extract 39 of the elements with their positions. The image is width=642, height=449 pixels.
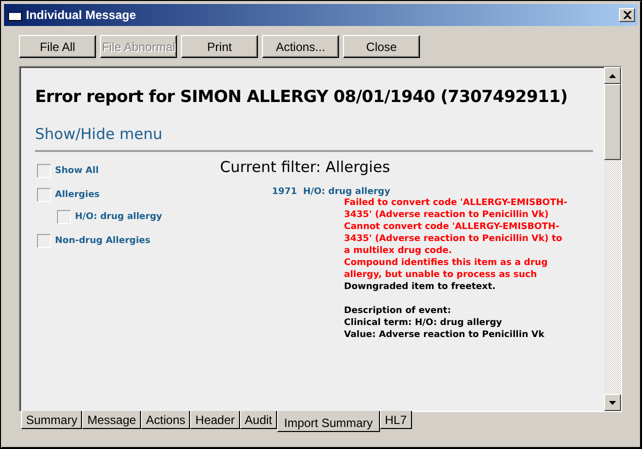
filter-checkbox[interactable]	[37, 164, 51, 178]
error-message: Failed to convert code 'ALLERGY-EMISBOTH-3435' (Adverse reaction to Penicillin Vk)	[344, 197, 568, 221]
window-title: Individual Message	[26, 8, 138, 22]
close-icon	[622, 11, 632, 19]
filter-label[interactable]: H/O: drug allergy	[75, 212, 162, 222]
tab[interactable]: Summary	[21, 411, 82, 429]
filter-label[interactable]: Show All	[55, 166, 99, 176]
error-message: Cannot convert code 'ALLERGY-EMISBOTH-3435' (Adverse reaction to Penicillin Vk) to a multilex drug code.	[344, 221, 564, 257]
close-button[interactable]	[619, 8, 635, 22]
toolbar-button[interactable]: Print	[181, 35, 258, 58]
scroll-down-icon[interactable]	[604, 394, 621, 411]
tab[interactable]: Header	[190, 411, 240, 429]
scrollbar-thumb[interactable]	[604, 84, 621, 160]
error-message: Compound identifies this item as a drug allergy, but unable to process as such	[344, 257, 549, 281]
tab[interactable]: Message	[82, 411, 142, 429]
toolbar-button[interactable]: Close	[343, 35, 420, 58]
info-message: Downgraded item to freetext.	[344, 281, 497, 293]
show-hide-menu-link[interactable]: Show/Hide menu	[35, 125, 162, 143]
vertical-scrollbar[interactable]	[604, 67, 621, 411]
tab[interactable]: Import Summary	[277, 411, 380, 432]
info-message: Clinical term: H/O: drug allergy	[344, 317, 504, 329]
window-icon	[8, 10, 22, 20]
current-filter: Current filter: Allergies	[220, 158, 392, 176]
info-message: Description of event:	[344, 305, 452, 317]
scroll-up-icon[interactable]	[604, 67, 621, 84]
entry-term: H/O: drug allergy	[303, 187, 390, 197]
filter-checkbox[interactable]	[57, 210, 71, 224]
tab[interactable]: Actions	[141, 411, 190, 429]
tab[interactable]: HL7	[380, 411, 412, 429]
report-heading: Error report for SIMON ALLERGY 08/01/1940 (7307492911)	[35, 87, 569, 106]
toolbar-button[interactable]: File All	[19, 35, 96, 58]
entry-year: 1971	[272, 187, 298, 197]
filter-checkbox[interactable]	[37, 188, 51, 202]
toolbar-button[interactable]: Actions...	[262, 35, 339, 58]
tab[interactable]: Audit	[240, 411, 278, 429]
info-message: Value: Adverse reaction to Penicillin Vk	[344, 329, 546, 341]
filter-label[interactable]: Allergies	[55, 190, 100, 200]
filter-checkbox[interactable]	[37, 234, 51, 248]
filter-label[interactable]: Non-drug Allergies	[55, 236, 150, 246]
